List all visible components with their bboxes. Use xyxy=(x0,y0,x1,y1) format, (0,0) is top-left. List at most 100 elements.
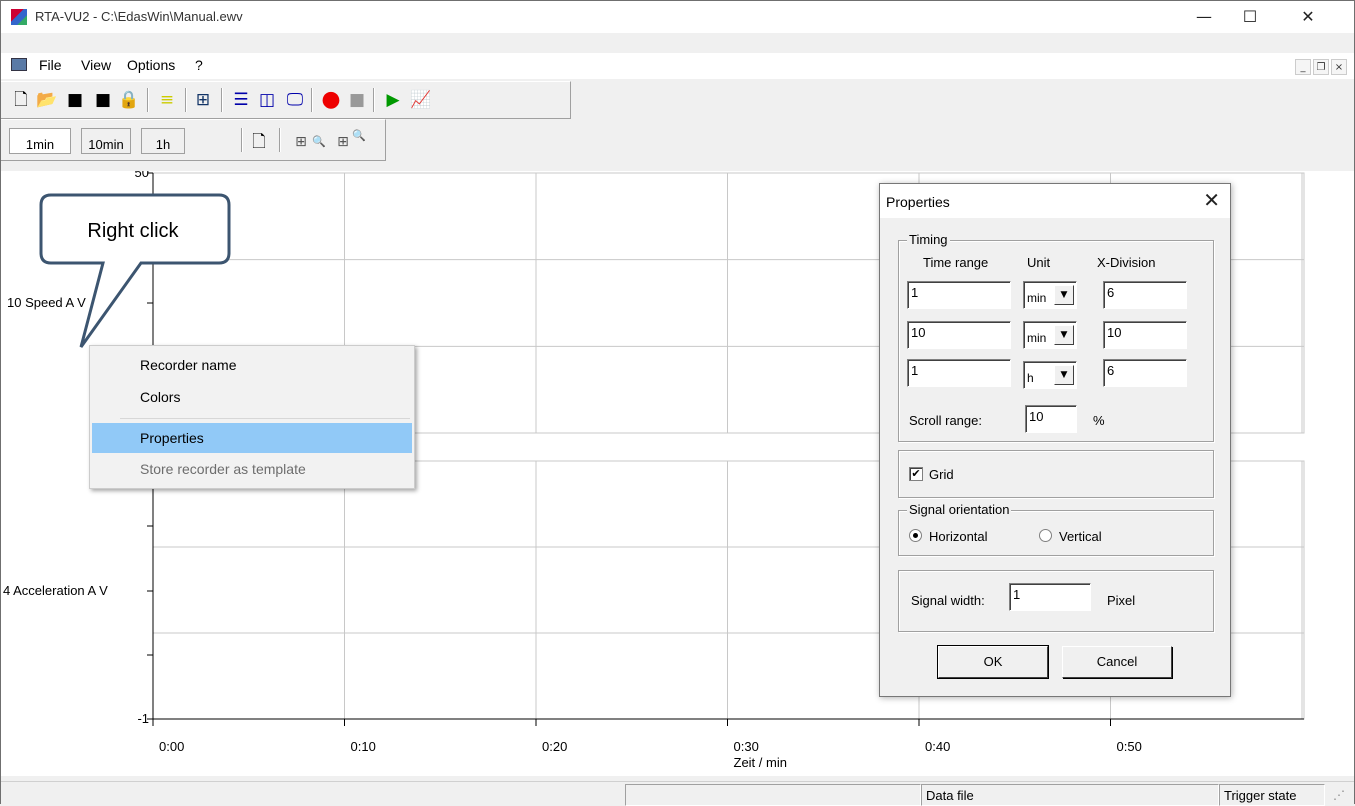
unit-select-1-value: min xyxy=(1027,291,1047,305)
signal-width-input[interactable]: 1 xyxy=(1009,583,1091,611)
status-trigger-state: Trigger state xyxy=(1219,784,1325,806)
scroll-range-unit: % xyxy=(1093,413,1105,428)
x-tick-label: 0:20 xyxy=(542,739,567,754)
list-icon[interactable]: ≡ xyxy=(155,88,179,112)
horizontal-layout-icon[interactable]: ☰ xyxy=(229,88,253,112)
y-top-label: 50 xyxy=(135,171,149,180)
grid-label: Grid xyxy=(929,467,954,482)
display-icon[interactable]: 🖵 xyxy=(283,88,307,112)
resize-grip-icon[interactable]: ⋰ xyxy=(1333,788,1345,802)
horizontal-radio[interactable] xyxy=(909,529,922,542)
toolbar-separator xyxy=(221,88,223,112)
toolbar-separator xyxy=(373,88,375,112)
chart-icon[interactable]: 📈 xyxy=(409,88,433,112)
mdi-close-button[interactable]: × xyxy=(1331,59,1347,75)
toolbar-separator xyxy=(311,88,313,112)
chevron-down-icon[interactable]: ▼ xyxy=(1054,285,1074,305)
ok-button[interactable]: OK xyxy=(937,645,1049,679)
x-tick-label: 0:50 xyxy=(1117,739,1142,754)
y-bottom-label: -1 xyxy=(137,711,149,726)
unit-select-2-value: min xyxy=(1027,331,1047,345)
stop-icon[interactable]: ■ xyxy=(345,88,369,112)
signal-1-label: 10 Speed A V xyxy=(7,295,86,310)
document-window-icon[interactable] xyxy=(11,58,27,71)
open-folder-icon[interactable]: 📂 xyxy=(35,88,59,112)
unit-select-2[interactable]: min ▼ xyxy=(1023,321,1077,349)
x-tick-label: 0:00 xyxy=(159,739,184,754)
menu-file[interactable]: File xyxy=(39,57,62,73)
range-1min-button[interactable]: 1min xyxy=(9,128,71,154)
magnifier-icon[interactable]: 🔍 xyxy=(307,130,331,154)
context-menu: Recorder name Colors Properties Store re… xyxy=(89,345,415,489)
title-bar[interactable]: RTA-VU2 - C:\EdasWin\Manual.ewv — ☐ ✕ xyxy=(1,1,1354,33)
signal-orientation-label: Signal orientation xyxy=(907,502,1012,517)
dialog-title: Properties xyxy=(886,194,950,210)
scroll-range-input[interactable]: 10 xyxy=(1025,405,1077,433)
unit-select-1[interactable]: min ▼ xyxy=(1023,281,1077,309)
signal-orientation-group: Signal orientation Horizontal Vertical xyxy=(898,502,1214,556)
xdivision-input-2[interactable]: 10 xyxy=(1103,321,1187,349)
grid-group: ✔ Grid xyxy=(898,450,1214,498)
ctx-colors[interactable]: Colors xyxy=(92,382,412,412)
status-data-file: Data file xyxy=(921,784,1219,806)
save-icon[interactable]: ■ xyxy=(63,88,87,112)
timing-group-label: Timing xyxy=(907,232,950,247)
signal-width-group: Signal width: 1 Pixel xyxy=(898,570,1214,632)
unit-select-3[interactable]: h ▼ xyxy=(1023,361,1077,389)
toolbar-separator xyxy=(147,88,149,112)
vertical-radio[interactable] xyxy=(1039,529,1052,542)
x-tick-label: 0:40 xyxy=(925,739,950,754)
ctx-properties[interactable]: Properties xyxy=(92,423,412,453)
maximize-button[interactable]: ☐ xyxy=(1227,1,1273,33)
ctx-recorder-name[interactable]: Recorder name xyxy=(92,350,412,380)
unit-select-3-value: h xyxy=(1027,371,1034,385)
new-file-icon[interactable]: 🗋 xyxy=(9,88,33,112)
signal-width-unit: Pixel xyxy=(1107,593,1136,608)
properties-dialog: Properties ✕ Timing Time range Unit X-Di… xyxy=(879,183,1231,697)
save-as-icon[interactable]: ■ xyxy=(91,88,115,112)
close-button[interactable]: ✕ xyxy=(1285,1,1331,33)
lock-icon[interactable]: 🔒 xyxy=(117,88,141,112)
vertical-label: Vertical xyxy=(1059,529,1102,544)
xdivision-input-3[interactable]: 6 xyxy=(1103,359,1187,387)
vertical-layout-icon[interactable]: ◫ xyxy=(255,88,279,112)
menu-options[interactable]: Options xyxy=(127,57,175,73)
range-10min-button[interactable]: 10min xyxy=(81,128,131,154)
magnifier-small-icon[interactable]: 🔍 xyxy=(347,124,371,148)
chevron-down-icon[interactable]: ▼ xyxy=(1054,325,1074,345)
time-range-header: Time range xyxy=(923,255,989,270)
grid-checkbox[interactable]: ✔ xyxy=(909,467,923,481)
horizontal-label: Horizontal xyxy=(929,529,988,544)
add-signal-icon[interactable]: ⊞ xyxy=(191,88,215,112)
dialog-title-bar[interactable]: Properties ✕ xyxy=(880,184,1230,218)
main-toolbar: 🗋 📂 ■ ■ 🔒 ≡ ⊞ ☰ ◫ 🖵 ● ■ ▶ 📈 xyxy=(1,81,571,119)
mdi-restore-button[interactable]: ❐ xyxy=(1313,59,1329,75)
toolbar-separator xyxy=(279,128,281,152)
minimize-button[interactable]: — xyxy=(1181,1,1227,33)
x-axis-label: Zeit / min xyxy=(734,755,787,770)
x-tick-label: 0:30 xyxy=(734,739,759,754)
scroll-range-label: Scroll range: xyxy=(909,413,982,428)
dialog-close-icon[interactable]: ✕ xyxy=(1203,188,1220,212)
timing-group: Timing Time range Unit X-Division 1 min … xyxy=(898,232,1214,442)
mdi-minimize-button[interactable]: _ xyxy=(1295,59,1311,75)
toolbar-separator xyxy=(241,128,243,152)
new-page-icon[interactable]: 🗋 xyxy=(247,130,271,154)
menu-help[interactable]: ? xyxy=(195,57,203,73)
cancel-button[interactable]: Cancel xyxy=(1062,646,1172,678)
start-icon[interactable]: ▶ xyxy=(381,88,405,112)
time-range-input-3[interactable]: 1 xyxy=(907,359,1011,387)
status-bar: Data file Trigger state ⋰ xyxy=(1,781,1354,806)
window-title: RTA-VU2 - C:\EdasWin\Manual.ewv xyxy=(35,9,243,24)
menu-bar: File View Options ? _ ❐ × xyxy=(1,53,1354,79)
chevron-down-icon[interactable]: ▼ xyxy=(1054,365,1074,385)
time-range-input-1[interactable]: 1 xyxy=(907,281,1011,309)
xdivision-input-1[interactable]: 6 xyxy=(1103,281,1187,309)
menu-view[interactable]: View xyxy=(81,57,111,73)
status-cell-empty xyxy=(625,784,921,806)
time-range-input-2[interactable]: 10 xyxy=(907,321,1011,349)
signal-2-label: 4 Acceleration A V xyxy=(3,583,108,598)
record-icon[interactable]: ● xyxy=(319,88,343,112)
range-1h-button[interactable]: 1h xyxy=(141,128,185,154)
x-tick-label: 0:10 xyxy=(351,739,376,754)
